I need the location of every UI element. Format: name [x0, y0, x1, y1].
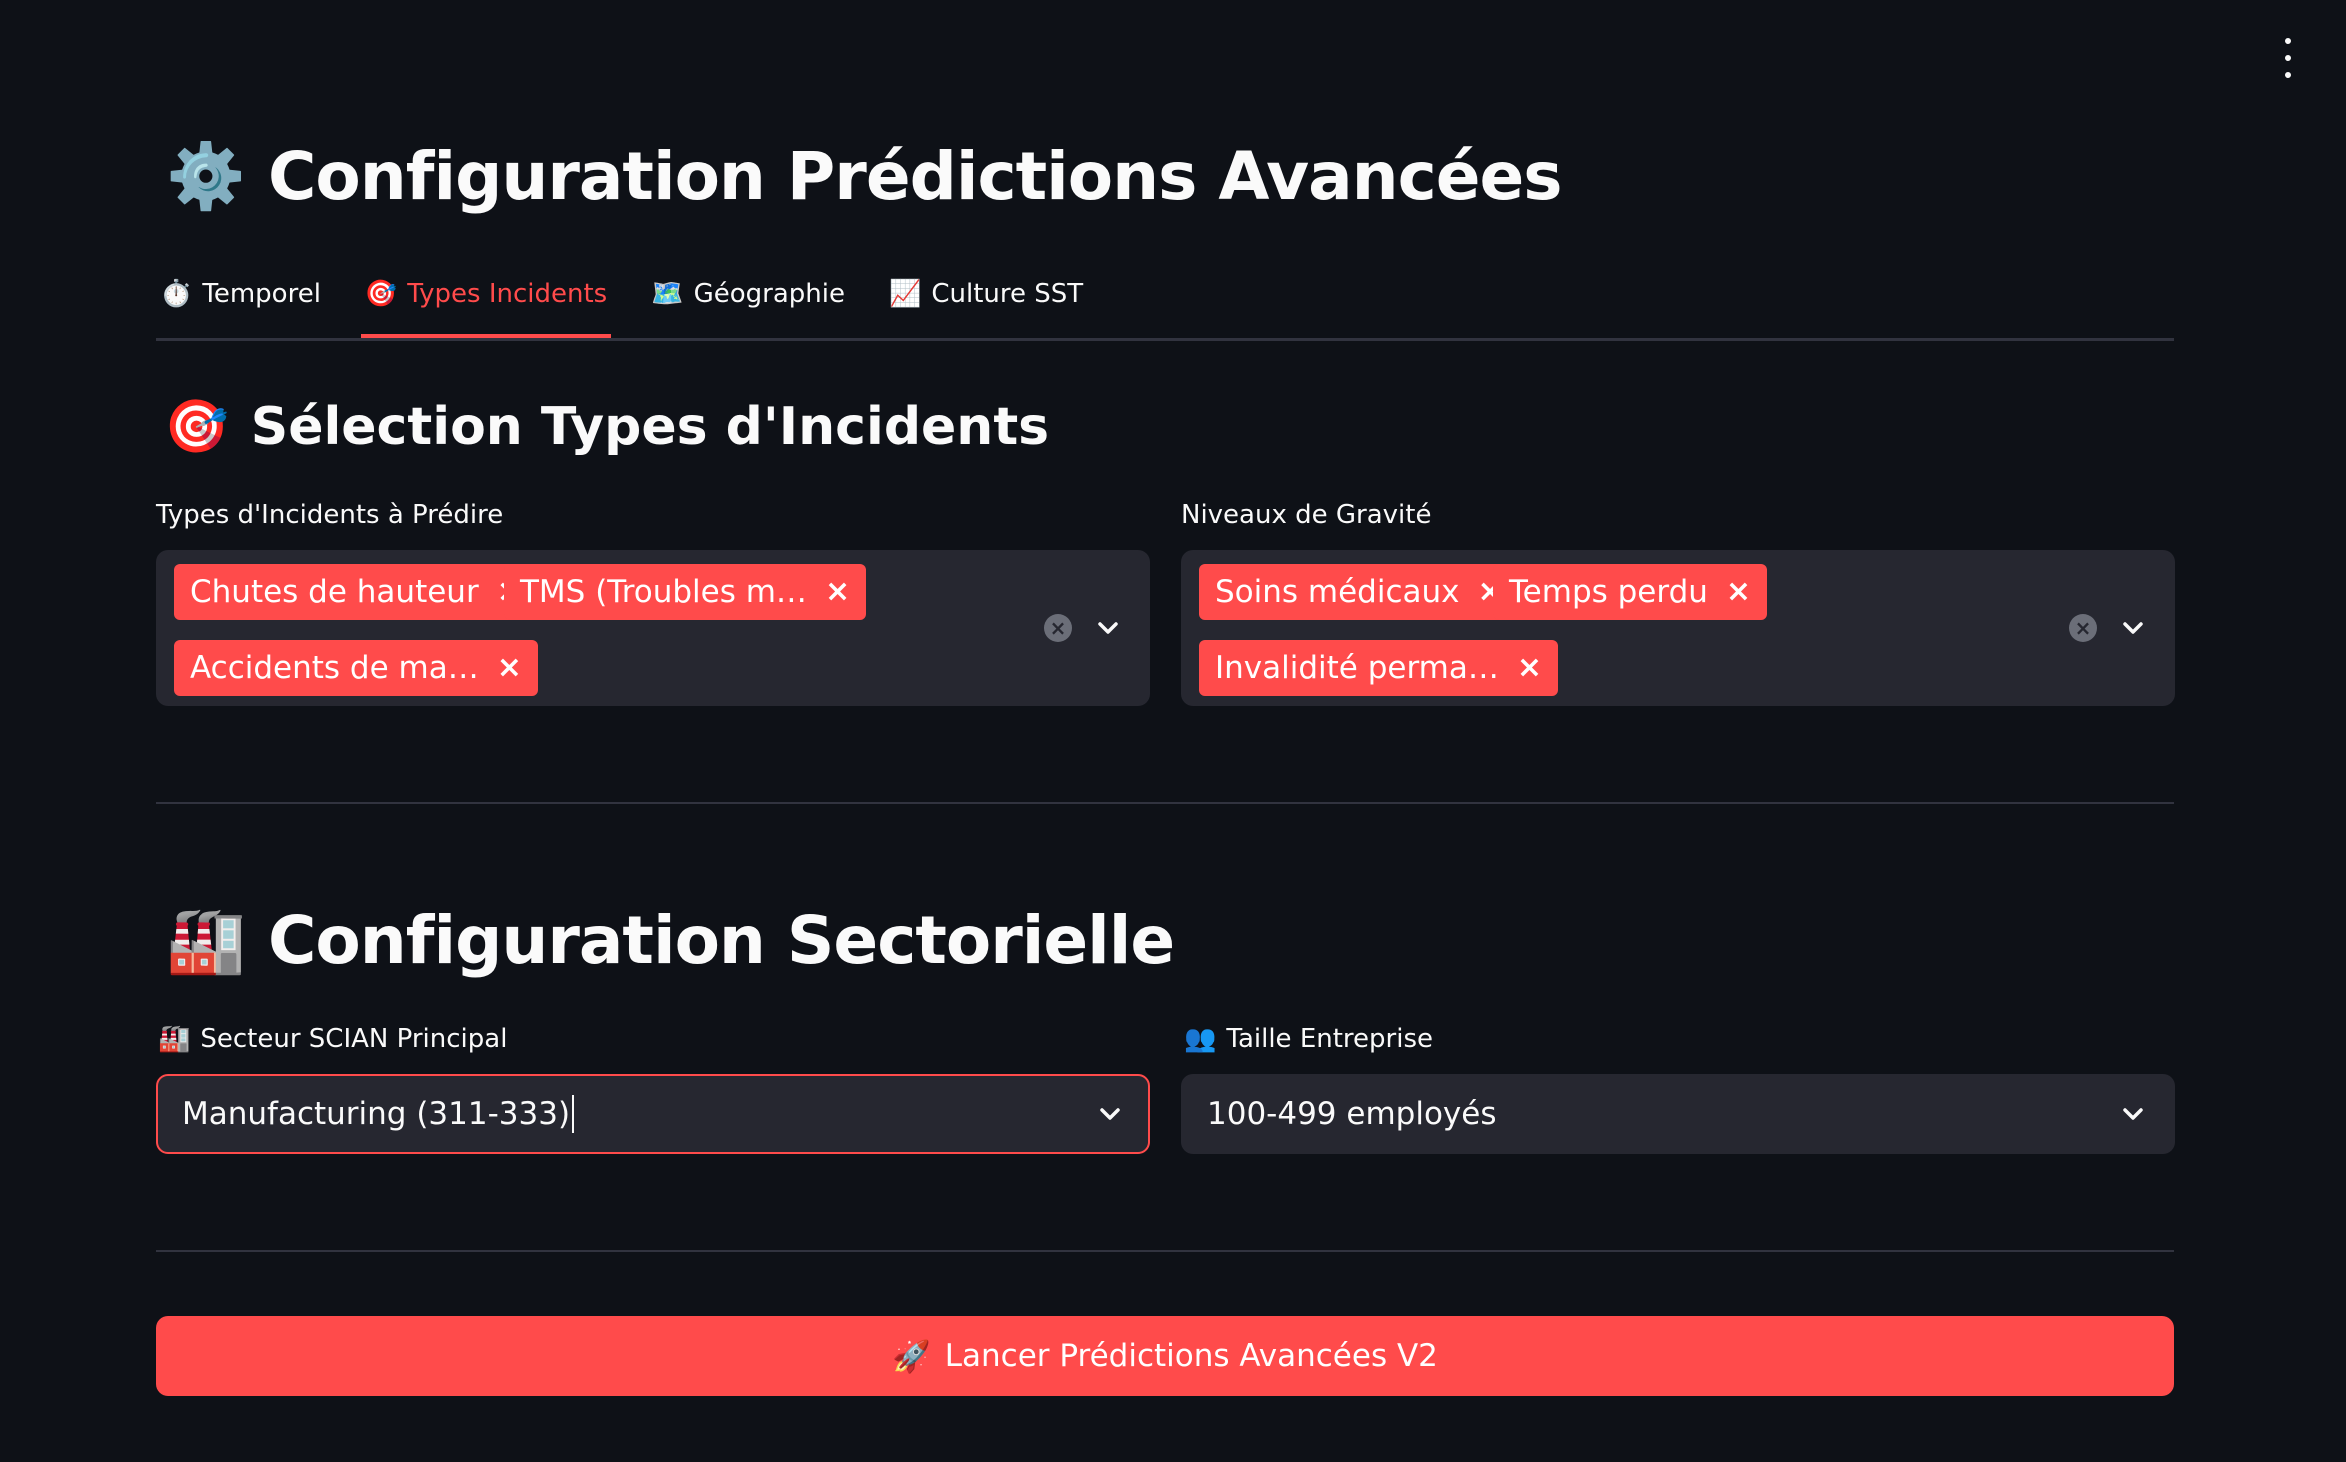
main-menu-button[interactable] — [2276, 38, 2300, 78]
clear-all-icon[interactable]: × — [1044, 614, 1072, 642]
launch-predictions-button[interactable]: 🚀 Lancer Prédictions Avancées V2 — [156, 1316, 2174, 1396]
kebab-dot — [2285, 38, 2291, 44]
remove-chip-icon[interactable]: × — [497, 653, 522, 683]
kebab-dot — [2285, 55, 2291, 61]
company-size-select-value: 100-499 employés — [1207, 1096, 1497, 1132]
sector-section-title-text: Configuration Sectorielle — [268, 902, 1175, 979]
tab-label: Types Incidents — [407, 279, 608, 309]
chip-label: Soins médicaux — [1215, 574, 1460, 610]
scian-label: 🏭 Secteur SCIAN Principal — [158, 1024, 508, 1054]
remove-chip-icon[interactable]: × — [1726, 577, 1751, 607]
tab-temporel[interactable]: ⏱️ Temporel — [156, 268, 325, 320]
tab-bar: ⏱️ Temporel 🎯 Types Incidents 🗺️ Géograp… — [156, 268, 2174, 341]
tab-label: Temporel — [202, 279, 321, 309]
kebab-dot — [2285, 72, 2291, 78]
incidents-section-title-text: Sélection Types d'Incidents — [250, 396, 1050, 457]
remove-chip-icon[interactable]: × — [825, 577, 850, 607]
sector-section-title: 🏭 Configuration Sectorielle — [166, 902, 1175, 979]
selected-chip[interactable]: Temps perdu × — [1493, 564, 1768, 620]
chart-increasing-icon: 📈 — [888, 279, 922, 309]
launch-button-label: Lancer Prédictions Avancées V2 — [944, 1338, 1438, 1374]
factory-icon: 🏭 — [158, 1024, 191, 1054]
selected-chip[interactable]: TMS (Troubles m… × — [504, 564, 867, 620]
chip-label: TMS (Troubles m… — [520, 574, 807, 610]
remove-chip-icon[interactable]: × — [1517, 653, 1542, 683]
incident-types-label: Types d'Incidents à Prédire — [156, 500, 504, 530]
stopwatch-icon: ⏱️ — [160, 279, 193, 309]
chip-label: Temps perdu — [1509, 574, 1708, 610]
scian-select-value[interactable]: Manufacturing (311-333) — [182, 1096, 570, 1132]
tab-label: Culture SST — [931, 279, 1084, 309]
chip-label: Invalidité perma… — [1215, 650, 1499, 686]
clear-all-icon[interactable]: × — [2069, 614, 2097, 642]
section-divider — [156, 802, 2174, 804]
target-icon: 🎯 — [164, 397, 229, 457]
people-icon: 👥 — [1184, 1024, 1217, 1054]
chip-label: Accidents de ma… — [190, 650, 479, 686]
tab-types-incidents[interactable]: 🎯 Types Incidents — [360, 268, 612, 338]
selected-chip[interactable]: Invalidité perma… × — [1199, 640, 1559, 696]
gear-icon: ⚙️ — [166, 140, 246, 214]
incidents-section-title: 🎯 Sélection Types d'Incidents — [164, 396, 1050, 458]
severity-multiselect[interactable]: Soins médicaux × Temps perdu × Invalidit… — [1181, 550, 2175, 706]
chevron-down-icon[interactable] — [2117, 1098, 2149, 1130]
factory-icon: 🏭 — [166, 904, 246, 978]
map-icon: 🗺️ — [651, 279, 684, 309]
selected-chip[interactable]: Soins médicaux × — [1199, 564, 1519, 620]
tab-geographie[interactable]: 🗺️ Géographie — [647, 268, 849, 320]
target-icon: 🎯 — [364, 279, 398, 309]
company-size-select[interactable]: 100-499 employés — [1181, 1074, 2175, 1154]
chevron-down-icon[interactable] — [1094, 1098, 1126, 1130]
severity-label: Niveaux de Gravité — [1181, 500, 1432, 530]
selected-chip[interactable]: Accidents de ma… × — [174, 640, 538, 696]
chevron-down-icon[interactable] — [2117, 612, 2149, 644]
selected-chip[interactable]: Chutes de hauteur × — [174, 564, 538, 620]
section-divider — [156, 1250, 2174, 1252]
rocket-icon: 🚀 — [892, 1338, 931, 1375]
tab-culture-sst[interactable]: 📈 Culture SST — [885, 268, 1087, 320]
text-caret — [572, 1095, 575, 1133]
page-title-text: Configuration Prédictions Avancées — [268, 138, 1563, 215]
tab-label: Géographie — [693, 279, 845, 309]
incident-types-multiselect[interactable]: Chutes de hauteur × TMS (Troubles m… × A… — [156, 550, 1150, 706]
company-size-label: 👥 Taille Entreprise — [1184, 1024, 1433, 1054]
scian-select[interactable]: Manufacturing (311-333) — [156, 1074, 1150, 1154]
page-title: ⚙️ Configuration Prédictions Avancées — [166, 138, 1563, 215]
chevron-down-icon[interactable] — [1092, 612, 1124, 644]
chip-label: Chutes de hauteur — [190, 574, 479, 610]
